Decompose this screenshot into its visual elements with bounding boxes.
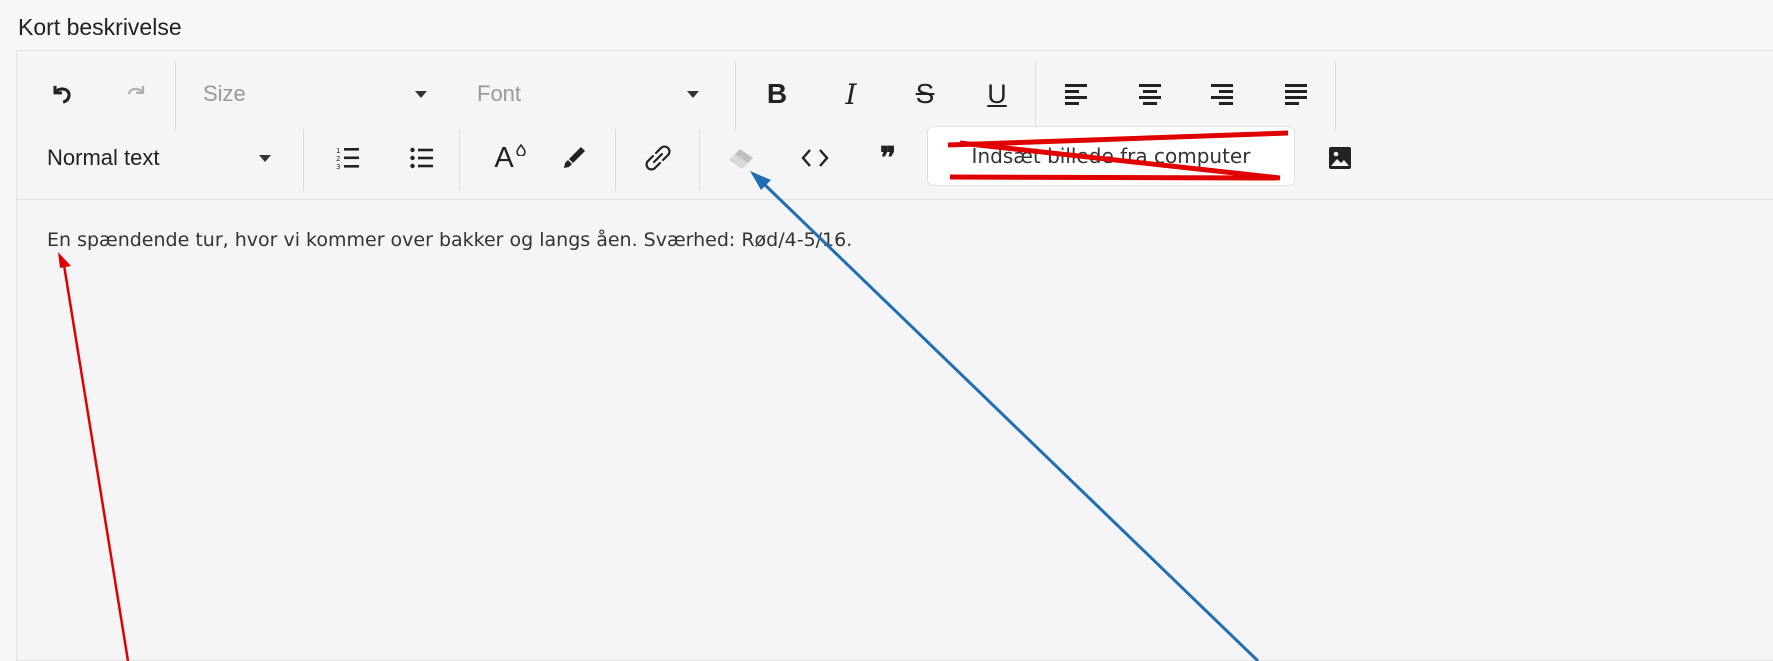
editor-toolbar: Size Font B I S U Normal text 1 2 3 A ❞ … (17, 51, 1773, 200)
chevron-down-icon (259, 155, 271, 162)
image-icon (1329, 147, 1351, 169)
chevron-down-icon (415, 91, 427, 98)
font-color-label: A (494, 141, 514, 174)
code-view-button[interactable] (797, 141, 833, 175)
font-color-button[interactable]: A (483, 139, 526, 177)
toolbar-separator (1035, 61, 1036, 131)
unordered-list-button[interactable] (405, 141, 439, 175)
paragraph-style-value: Normal text (47, 145, 160, 170)
underline-icon: U (987, 78, 1007, 109)
upload-image-label: Indsæt billede fra computer (971, 144, 1251, 168)
italic-icon: I (845, 77, 857, 111)
strikethrough-icon: S (915, 78, 935, 109)
highlight-icon (564, 147, 585, 168)
svg-text:2: 2 (336, 155, 340, 163)
toolbar-separator (175, 61, 176, 131)
size-select-value: Size (203, 81, 246, 106)
size-select[interactable]: Size (203, 77, 453, 111)
ordered-list-button[interactable]: 1 2 3 (331, 141, 365, 175)
blockquote-button[interactable]: ❞ (871, 140, 905, 176)
align-justify-icon (1285, 84, 1307, 105)
font-color-icon: A (494, 141, 526, 175)
font-select[interactable]: Font (477, 77, 727, 111)
align-justify-button[interactable] (1279, 77, 1313, 111)
eraser-icon (729, 149, 753, 169)
redo-icon (127, 85, 145, 95)
code-icon (801, 149, 829, 167)
clear-format-button[interactable] (723, 141, 759, 175)
bold-icon: B (766, 78, 788, 109)
undo-icon (53, 85, 71, 104)
unordered-list-icon (410, 147, 433, 169)
highlight-button[interactable] (557, 141, 591, 175)
align-right-button[interactable] (1205, 77, 1239, 111)
editor-content-text: En spændende tur, hvor vi kommer over ba… (47, 229, 853, 251)
svg-text:1: 1 (336, 147, 340, 155)
editor-content[interactable]: En spændende tur, hvor vi kommer over ba… (17, 199, 1773, 661)
toolbar-separator (1335, 61, 1336, 131)
rich-text-editor: Size Font B I S U Normal text 1 2 3 A ❞ … (16, 50, 1773, 661)
strikethrough-button[interactable]: S (907, 75, 943, 113)
align-left-button[interactable] (1059, 77, 1093, 111)
toolbar-separator (615, 129, 616, 191)
quote-icon: ❞ (879, 140, 897, 176)
paragraph-style-select[interactable]: Normal text (47, 141, 283, 175)
link-button[interactable] (641, 141, 675, 175)
link-icon (645, 145, 671, 171)
undo-button[interactable] (45, 77, 79, 111)
bold-button[interactable]: B (759, 75, 795, 113)
toolbar-separator (303, 129, 304, 191)
upload-image-button[interactable]: Indsæt billede fra computer (927, 126, 1295, 186)
svg-text:3: 3 (336, 163, 340, 170)
align-right-icon (1211, 84, 1233, 105)
insert-image-button[interactable] (1323, 141, 1357, 175)
toolbar-separator (699, 129, 700, 191)
chevron-down-icon (687, 91, 699, 98)
align-center-icon (1139, 84, 1161, 105)
ordered-list-icon: 1 2 3 (336, 147, 359, 170)
field-label: Kort beskrivelse (18, 14, 182, 40)
align-left-icon (1065, 84, 1087, 105)
italic-button[interactable]: I (833, 75, 869, 113)
align-center-button[interactable] (1133, 77, 1167, 111)
redo-button[interactable] (119, 77, 153, 111)
font-select-value: Font (477, 81, 522, 106)
toolbar-separator (459, 129, 460, 191)
underline-button[interactable]: U (979, 75, 1015, 113)
toolbar-separator (735, 61, 736, 131)
